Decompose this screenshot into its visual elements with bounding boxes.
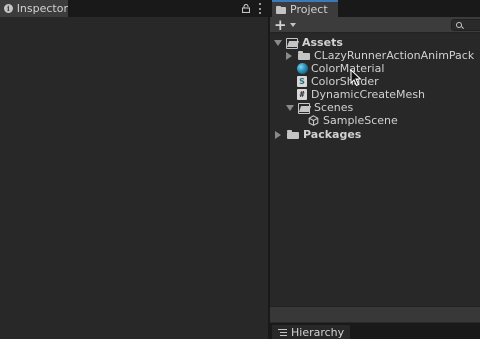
tree-item-label: ColorShader: [311, 75, 379, 88]
folder-icon: [298, 51, 310, 60]
tree-item-label: Packages: [303, 128, 362, 141]
plus-icon: +: [274, 16, 287, 34]
tree-item-label: DynamicCreateMesh: [311, 88, 426, 101]
tree-item-label: ColorMaterial: [311, 62, 385, 75]
collapse-arrow-icon[interactable]: [286, 51, 292, 60]
search-input[interactable]: [451, 19, 480, 31]
tree-item-label: CLazyRunnerActionAnimPack: [314, 49, 475, 62]
material-icon: [297, 63, 308, 74]
tree-item-scenes[interactable]: Scenes: [286, 101, 353, 114]
chevron-down-icon: [289, 23, 296, 27]
tree-item-label: Scenes: [314, 101, 354, 114]
hierarchy-tab-label: Hierarchy: [291, 325, 345, 339]
inspector-tab-label: Inspector: [16, 2, 68, 15]
project-panel: Project + Assets CLazyRunnerActionAnimPa…: [270, 0, 480, 339]
project-toolbar: +: [270, 17, 480, 33]
expand-arrow-icon[interactable]: [274, 39, 282, 46]
tree-item-colorshader[interactable]: S ColorShader: [297, 75, 379, 88]
folder-icon: [287, 130, 299, 139]
search-icon: [456, 22, 462, 28]
expand-arrow-icon[interactable]: [286, 104, 294, 111]
project-tab-label: Project: [290, 3, 328, 16]
tab-inspector[interactable]: i Inspector: [0, 0, 68, 17]
tree-item-dynamiccreatemesh[interactable]: # DynamicCreateMesh: [297, 88, 425, 101]
add-asset-button[interactable]: +: [274, 17, 298, 33]
info-icon: i: [4, 4, 13, 13]
folder-icon: [276, 5, 286, 14]
more-options-icon[interactable]: [258, 3, 262, 14]
tree-item-samplescene[interactable]: SampleScene: [308, 114, 398, 127]
lock-icon[interactable]: [242, 4, 250, 13]
list-icon: [278, 328, 287, 336]
tree-item-label: Assets: [302, 36, 343, 49]
inspector-panel: i Inspector: [0, 0, 268, 339]
tree-item-colormaterial[interactable]: ColorMaterial: [297, 62, 384, 75]
tab-project[interactable]: Project: [272, 0, 338, 17]
inspector-tab-bar: i Inspector: [0, 0, 268, 17]
tree-item-label: SampleScene: [323, 114, 398, 127]
mouse-cursor-icon: [350, 69, 362, 87]
collapse-arrow-icon[interactable]: [275, 130, 281, 139]
tree-item-clazyrunner[interactable]: CLazyRunnerActionAnimPack: [286, 49, 474, 62]
unity-scene-icon: [308, 115, 319, 126]
folder-open-icon: [286, 38, 298, 49]
project-tab-bar: Project: [270, 0, 480, 17]
shader-icon: S: [297, 76, 307, 87]
folder-open-icon: [298, 103, 310, 114]
tree-item-packages[interactable]: Packages: [275, 128, 361, 141]
horizontal-scrollbar[interactable]: [270, 306, 480, 322]
tab-hierarchy[interactable]: Hierarchy: [272, 325, 350, 339]
tree-item-assets[interactable]: Assets: [274, 36, 343, 49]
bottom-tab-bar: Hierarchy: [270, 323, 480, 339]
script-icon: #: [297, 89, 307, 100]
